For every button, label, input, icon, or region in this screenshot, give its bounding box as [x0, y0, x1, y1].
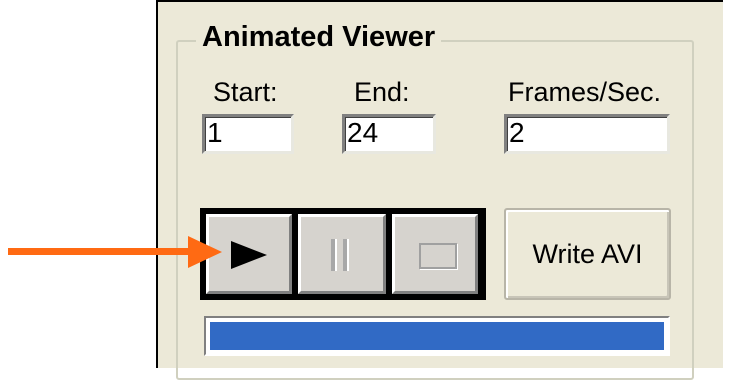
pause-icon-bar — [343, 239, 349, 271]
window-edge — [723, 0, 729, 368]
group-title: Animated Viewer — [196, 20, 442, 54]
end-label: End: — [354, 77, 410, 107]
play-icon — [231, 241, 267, 269]
stop-button[interactable] — [392, 214, 478, 294]
stop-icon — [419, 243, 457, 269]
pause-icon — [331, 239, 337, 271]
annotation-arrow-head — [188, 236, 222, 268]
pause-button[interactable] — [298, 214, 386, 294]
write-avi-button[interactable]: Write AVI — [504, 208, 671, 300]
start-input[interactable]: 1 — [202, 114, 294, 154]
end-input[interactable]: 24 — [342, 114, 436, 154]
animated-viewer-panel: Animated Viewer Start: End: Frames/Sec. … — [156, 0, 729, 380]
start-label: Start: — [213, 77, 278, 107]
progress-fill — [210, 322, 664, 350]
fps-input[interactable]: 2 — [504, 114, 670, 154]
fps-label: Frames/Sec. — [508, 77, 662, 107]
annotation-arrow — [8, 248, 196, 255]
progress-bar — [204, 316, 670, 356]
playback-controls — [200, 208, 486, 300]
